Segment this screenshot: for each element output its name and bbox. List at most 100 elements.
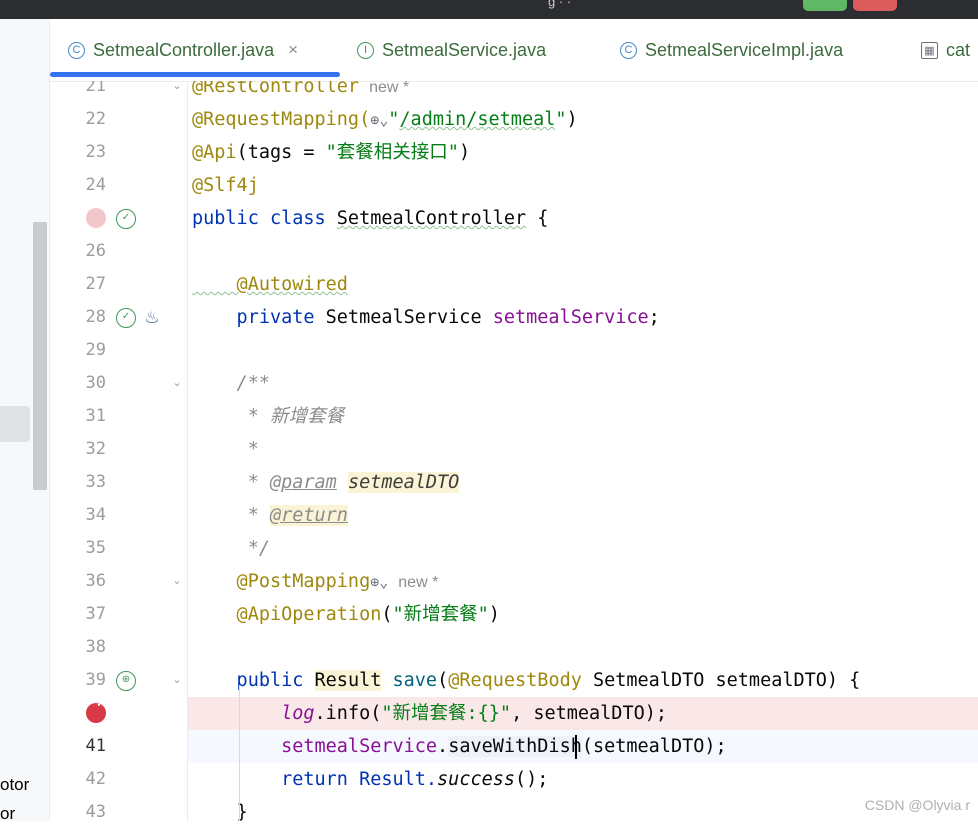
run-button[interactable] (803, 0, 847, 11)
close-icon[interactable]: × (288, 40, 298, 60)
code-editor[interactable]: 21 ⌄ @RestController new * 22 @RequestMap… (50, 81, 978, 821)
code-token: SetmealDTO setmealDTO) { (581, 670, 861, 691)
code-line: 33 * @param setmealDTO (50, 466, 978, 499)
code-token: { (526, 208, 549, 229)
endpoint-icon[interactable]: ⊕ (116, 671, 136, 691)
code-text: @Slf4j (192, 169, 259, 202)
line-number: 29 (85, 340, 106, 360)
tab-cat[interactable]: ▦ cat (921, 19, 970, 81)
string-literal: "新增套餐:{}" (381, 703, 512, 724)
code-line: 29 (50, 334, 978, 367)
breakpoint-icon[interactable] (86, 697, 106, 723)
java-bean-icon[interactable]: ♨ (142, 308, 162, 328)
method-name: save (392, 670, 438, 691)
code-text: @ApiOperation("新增套餐") (192, 598, 500, 631)
globe-icon[interactable]: ⊕⌄ (370, 111, 388, 129)
code-line: 31 * 新增套餐 (50, 400, 978, 433)
field-name: log (281, 703, 315, 724)
inlay-hint[interactable]: new * (369, 81, 409, 96)
code-token: (setmealDTO); (581, 736, 727, 757)
annotation: @RestController (192, 81, 360, 97)
keyword: public class (192, 208, 337, 229)
line-number: 36 (85, 571, 106, 591)
code-text: /** (192, 367, 270, 400)
line-number: 22 (85, 109, 106, 129)
spring-bean-icon[interactable]: ✓ (116, 209, 136, 229)
code-line: 37 @ApiOperation("新增套餐") (50, 598, 978, 631)
doc-tag: @return (269, 505, 348, 526)
tab-label: SetmealService.java (382, 39, 547, 60)
code-text: * @param setmealDTO (192, 466, 460, 499)
spring-bean-icon[interactable]: ✓ (116, 308, 136, 328)
line-number: 33 (85, 472, 106, 492)
inlay-hint[interactable]: new * (398, 574, 438, 591)
line-number: 32 (85, 439, 106, 459)
stop-button[interactable] (853, 0, 897, 11)
code-token: . (437, 736, 449, 757)
code-line: 24 @Slf4j (50, 169, 978, 202)
code-line: 38 (50, 631, 978, 664)
code-line: 21 ⌄ @RestController new * (50, 81, 978, 103)
code-token: (); (515, 769, 549, 790)
panel-scrollbar[interactable] (33, 222, 47, 490)
code-line: 36 ⌄ @PostMapping⊕⌄ new * (50, 565, 978, 598)
fold-icon[interactable]: ⌄ (170, 81, 184, 93)
panel-text: otor (0, 775, 30, 794)
tab-label: SetmealController.java (93, 39, 275, 60)
string-literal: "新增套餐" (392, 604, 489, 625)
code-line: 34 * @return (50, 499, 978, 532)
line-number: 21 (85, 81, 106, 96)
code-text: public Result save(@RequestBody SetmealD… (192, 664, 860, 697)
field-name: setmealService (281, 736, 438, 757)
comment: * (192, 472, 270, 493)
annotation: @ApiOperation (192, 604, 382, 625)
type-name: SetmealService (325, 307, 493, 328)
line-number: 41 (85, 736, 106, 756)
annotation: @RequestMapping( (192, 109, 371, 130)
code-text: @RestController new * (192, 81, 409, 104)
fold-icon[interactable]: ⌄ (170, 376, 184, 390)
comment: */ (192, 538, 270, 559)
string-literal: "套餐相关接口" (325, 142, 459, 163)
code-line: ✓ public class SetmealController { (50, 202, 978, 235)
line-number: 37 (85, 604, 106, 624)
line-number: 26 (85, 241, 106, 261)
code-text: * 新增套餐 (192, 400, 344, 433)
comment: /** (192, 373, 270, 394)
code-text: * (192, 433, 259, 466)
fold-icon[interactable]: ⌄ (170, 673, 184, 687)
code-text: return Result.success(); (192, 763, 548, 796)
interface-icon: I (357, 41, 374, 59)
line-number: 28 (85, 307, 106, 327)
class-name: SetmealController (336, 208, 527, 229)
disabled-breakpoint-icon[interactable] (86, 208, 106, 228)
title-bar: g · · (0, 0, 978, 19)
selected-item[interactable] (0, 406, 30, 442)
tab-setmeal-service[interactable]: I SetmealService.java (357, 19, 546, 81)
code-text: @Autowired (192, 268, 348, 301)
method-name: success (437, 769, 516, 790)
url-link[interactable]: /admin/setmeal (399, 109, 555, 130)
method-name: saveWithDish (448, 736, 582, 757)
doc-param: setmealDTO (347, 472, 460, 493)
line-number: 34 (85, 505, 106, 525)
tab-label: cat (946, 39, 971, 60)
panel-text: or (0, 804, 16, 823)
fold-icon[interactable]: ⌄ (170, 574, 184, 588)
line-number: 23 (85, 142, 106, 162)
tab-setmeal-service-impl[interactable]: C SetmealServiceImpl.java (620, 19, 843, 81)
string-quote: " (388, 109, 400, 130)
project-panel: otor or (0, 19, 50, 823)
globe-icon[interactable]: ⊕⌄ (370, 573, 388, 591)
code-text: @RequestMapping(⊕⌄"/admin/setmeal") (192, 103, 578, 137)
keyword: public (192, 670, 315, 691)
line-number: 35 (85, 538, 106, 558)
tab-label: SetmealServiceImpl.java (645, 39, 844, 60)
table-icon: ▦ (921, 41, 938, 59)
comment (337, 472, 348, 493)
line-number: 38 (85, 637, 106, 657)
string-quote: " (555, 109, 567, 130)
